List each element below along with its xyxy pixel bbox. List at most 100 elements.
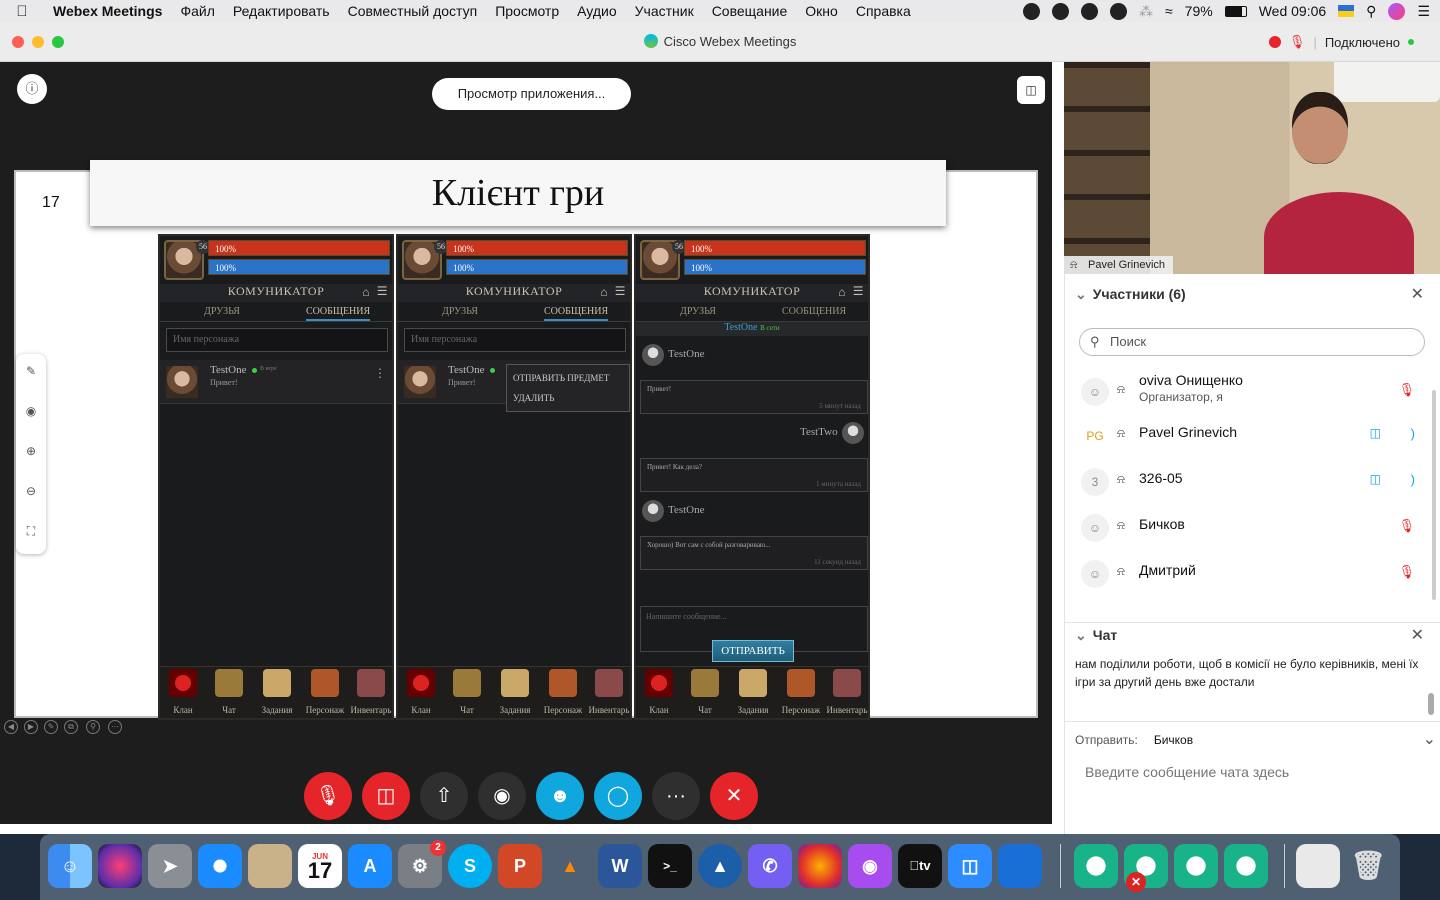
layout-toggle-button[interactable]: ◫	[1017, 76, 1045, 104]
nav-character[interactable]: Персонаж	[540, 669, 586, 715]
chat-scrollbar[interactable]	[1428, 693, 1434, 715]
mic-active-icon[interactable]: )	[1411, 472, 1415, 487]
previous-slide-icon[interactable]: ◀	[4, 720, 18, 734]
close-participants-icon[interactable]: ✕	[1411, 284, 1424, 304]
viber-icon[interactable]: ✆	[748, 844, 792, 888]
webex-teams-icon[interactable]: ✕	[1124, 844, 1168, 892]
nav-quests[interactable]: Задания	[492, 669, 538, 715]
menu-icon[interactable]: ☰	[853, 284, 864, 299]
participants-button[interactable]: ☻	[536, 772, 584, 820]
skype-icon[interactable]: S	[448, 844, 492, 888]
nav-chat[interactable]: Чат	[682, 669, 728, 715]
more-slide-options-icon[interactable]: ⋯	[108, 720, 122, 734]
leave-meeting-button[interactable]: ✕	[710, 772, 758, 820]
menu-meeting[interactable]: Совещание	[703, 3, 797, 19]
battery-percent[interactable]: 79%	[1185, 3, 1213, 19]
conversation-row[interactable]: TestOne В игре Привет! ⋮	[160, 360, 392, 404]
app-store-icon[interactable]: A	[348, 844, 392, 888]
mic-muted-icon[interactable]: 🎙	[1398, 518, 1415, 534]
bluetooth-icon[interactable]: ⁂	[1139, 3, 1153, 20]
cloud-tray-icon[interactable]	[1051, 2, 1069, 20]
spotlight-search-icon[interactable]: ⚲	[1366, 3, 1376, 20]
wifi-icon[interactable]: ≈	[1165, 3, 1173, 19]
chat-button[interactable]: ◯	[594, 772, 642, 820]
mic-muted-icon[interactable]: 🎙	[1398, 382, 1415, 398]
mic-muted-icon[interactable]: 🎙	[1398, 564, 1415, 580]
fit-screen-icon[interactable]: ⛶	[16, 524, 46, 539]
more-options-button[interactable]: ···	[652, 772, 700, 820]
zoom-out-icon[interactable]: ⊖	[16, 484, 46, 498]
menu-app-name[interactable]: Webex Meetings	[44, 3, 171, 19]
tab-friends[interactable]: ДРУЗЬЯ	[680, 306, 716, 317]
participant-row[interactable]: ☺ ⍾ Дмитрий 🎙	[1065, 552, 1440, 598]
viber-tray-icon[interactable]	[1022, 2, 1040, 20]
launchpad-icon[interactable]: ➤	[148, 844, 192, 888]
terminal-icon[interactable]: >_	[648, 844, 692, 888]
close-chat-icon[interactable]: ✕	[1411, 625, 1424, 645]
menu-edit[interactable]: Редактировать	[224, 3, 339, 19]
share-info-button[interactable]: ⓘ	[17, 74, 47, 104]
downloads-stack-icon[interactable]	[1296, 844, 1340, 888]
mute-button[interactable]: 🎙	[304, 772, 352, 820]
participant-row[interactable]: ☺ ⍾ Бичков 🎙	[1065, 506, 1440, 552]
finder-icon[interactable]: ☺	[48, 844, 92, 888]
home-icon[interactable]: ⌂	[600, 285, 608, 300]
menu-share[interactable]: Совместный доступ	[339, 3, 487, 19]
record-button[interactable]: ◉	[478, 772, 526, 820]
tray-app-icon[interactable]	[1080, 2, 1098, 20]
video-tile[interactable]	[1064, 62, 1440, 274]
next-slide-icon[interactable]: ▶	[24, 720, 38, 734]
menu-audio[interactable]: Аудио	[568, 3, 626, 19]
zoom-in-icon[interactable]: ⊕	[16, 444, 46, 458]
participant-row[interactable]: ☺ ⍾ oviva Онищенко Организатор, я 🎙	[1065, 368, 1440, 414]
siri-app-icon[interactable]	[98, 844, 142, 888]
chevron-down-icon[interactable]: ⌄	[1423, 729, 1436, 749]
nav-inventory[interactable]: Инвентарь	[348, 669, 392, 715]
vpn-app-icon[interactable]: ▲	[698, 844, 742, 888]
more-options-icon[interactable]: ⋮	[374, 366, 386, 381]
participants-header[interactable]: ⌄ Участники (6)	[1075, 286, 1186, 303]
siri-icon[interactable]	[1388, 2, 1406, 20]
app-view-button[interactable]: Просмотр приложения...	[432, 78, 631, 110]
menu-help[interactable]: Справка	[847, 3, 920, 19]
send-item-menu-option[interactable]: ОТПРАВИТЬ ПРЕДМЕТ	[513, 373, 609, 383]
search-slide-icon[interactable]: ⚲	[86, 720, 100, 734]
delete-menu-option[interactable]: УДАЛИТЬ	[513, 393, 554, 403]
clock[interactable]: Wed 09:06	[1259, 3, 1326, 19]
zoom-icon[interactable]: ◫	[948, 844, 992, 888]
stop-video-button[interactable]: ◫	[362, 772, 410, 820]
home-icon[interactable]: ⌂	[362, 285, 370, 300]
menu-window[interactable]: Окно	[796, 3, 847, 19]
apple-menu-icon[interactable]: 	[0, 3, 44, 20]
calendar-icon[interactable]: JUN 17	[298, 844, 342, 888]
tab-messages[interactable]: СООБЩЕНИЯ	[782, 306, 846, 317]
webex-assistant-icon[interactable]	[1224, 844, 1268, 888]
tab-messages[interactable]: СООБЩЕНИЯ	[544, 306, 609, 321]
nav-clan[interactable]: Клан	[398, 669, 444, 715]
nav-character[interactable]: Персонаж	[778, 669, 824, 715]
safari-icon[interactable]	[198, 844, 242, 888]
menu-file[interactable]: Файл	[171, 3, 223, 19]
nav-chat[interactable]: Чат	[444, 669, 490, 715]
nav-clan[interactable]: Клан	[160, 669, 206, 715]
keyboard-layout-flag-icon[interactable]	[1338, 5, 1355, 17]
mail-eagle-icon[interactable]	[248, 844, 292, 888]
pen-tool-icon[interactable]: ✎	[44, 720, 58, 734]
tab-friends[interactable]: ДРУЗЬЯ	[442, 306, 478, 317]
trash-icon[interactable]: 🗑	[1346, 844, 1390, 888]
pointer-icon[interactable]: ◉	[16, 404, 46, 418]
home-icon[interactable]: ⌂	[838, 285, 846, 300]
nav-chat[interactable]: Чат	[206, 669, 252, 715]
files-folder-icon[interactable]	[998, 844, 1042, 888]
copy-icon[interactable]: ⧉	[64, 720, 78, 734]
webex-app-icon[interactable]	[1174, 844, 1218, 888]
battery-icon[interactable]	[1224, 5, 1247, 17]
participant-row[interactable]: PG ⍾ Pavel Grinevich ◫ )	[1065, 414, 1440, 460]
character-search-input[interactable]: Имя персонажа	[166, 328, 388, 352]
menu-icon[interactable]: ☰	[377, 284, 388, 299]
send-to-selector[interactable]: Отправить: Бичков	[1075, 733, 1193, 747]
menu-participant[interactable]: Участник	[626, 3, 703, 19]
nav-inventory[interactable]: Инвентарь	[824, 669, 868, 715]
menu-view[interactable]: Просмотр	[486, 3, 568, 19]
nav-character[interactable]: Персонаж	[302, 669, 348, 715]
